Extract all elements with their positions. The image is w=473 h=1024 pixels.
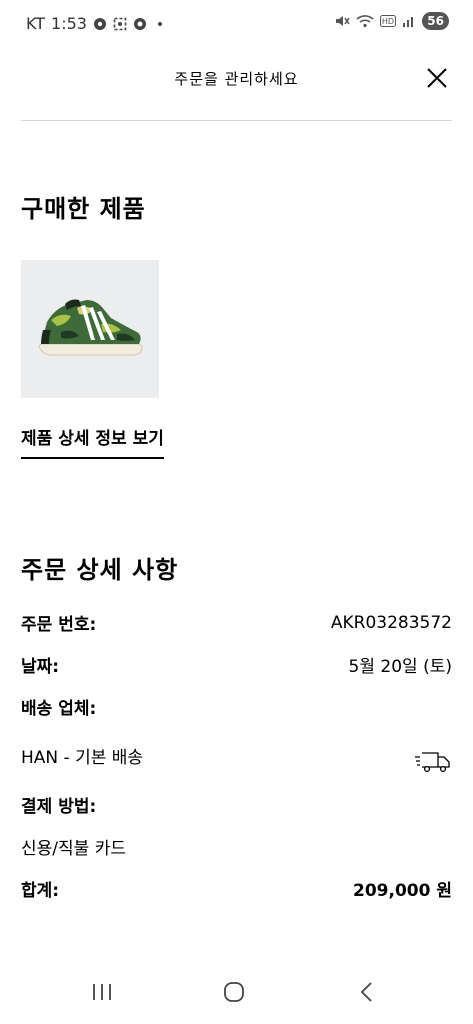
order-date-label: 날짜: [21, 657, 60, 677]
back-icon [360, 982, 372, 1002]
order-details-heading: 주문 상세 사항 [21, 556, 179, 584]
payment-method-label: 결제 방법: [21, 797, 97, 817]
shipping-carrier-label: 배송 업체: [21, 699, 97, 719]
wifi-icon [356, 15, 374, 28]
signal-icon [403, 17, 414, 27]
chrome-icon [133, 17, 146, 30]
total-label: 합계: [21, 881, 60, 901]
order-number-row: 주문 번호: AKR03283572 [21, 610, 452, 636]
status-bar: KT 1:53 HD 56 [0, 0, 473, 48]
payment-method-row: 결제 방법: [21, 792, 452, 817]
battery-indicator: 56 [422, 12, 449, 30]
close-icon[interactable] [425, 66, 449, 90]
page-title: 주문을 관리하세요 [174, 70, 299, 88]
soccer-ball-icon [93, 17, 106, 30]
screenshot-icon [113, 17, 127, 30]
shipping-method-value: HAN - 기본 배송 [21, 747, 144, 768]
carrier-label: KT [26, 14, 46, 33]
svg-text:HD: HD [382, 17, 394, 26]
shipping-method-row: HAN - 기본 배송 [21, 736, 452, 774]
mute-icon [336, 16, 350, 26]
home-icon [224, 982, 244, 1002]
order-number-value: AKR03283572 [330, 612, 452, 633]
recent-apps-button[interactable] [82, 976, 122, 1008]
total-value: 209,000 원 [353, 881, 452, 901]
total-row: 합계: 209,000 원 [21, 876, 452, 901]
header: 주문을 관리하세요 [0, 48, 473, 120]
header-divider [21, 120, 452, 121]
order-number-label: 주문 번호: [21, 615, 97, 635]
back-button[interactable] [346, 976, 386, 1008]
notification-dot-icon [157, 21, 162, 26]
status-right: HD 56 [334, 12, 449, 30]
hd-icon: HD [380, 15, 397, 27]
payment-method-value-row: 신용/직불 카드 [21, 834, 452, 859]
order-date-row: 날짜: 5월 20일 (토) [21, 652, 452, 677]
shipping-carrier-row: 배송 업체: [21, 694, 452, 719]
status-left: KT 1:53 [26, 14, 167, 33]
recent-apps-icon [93, 984, 111, 1000]
order-date-value: 5월 20일 (토) [348, 657, 452, 677]
home-button[interactable] [214, 976, 254, 1008]
product-image[interactable] [21, 260, 159, 398]
view-product-details-link[interactable]: 제품 상세 정보 보기 [21, 424, 164, 459]
delivery-truck-icon [415, 752, 450, 773]
clock: 1:53 [51, 14, 87, 33]
system-nav-bar [0, 960, 473, 1024]
purchased-products-heading: 구매한 제품 [21, 195, 146, 223]
sneaker-image [38, 299, 143, 356]
payment-method-value: 신용/직불 카드 [21, 839, 126, 859]
